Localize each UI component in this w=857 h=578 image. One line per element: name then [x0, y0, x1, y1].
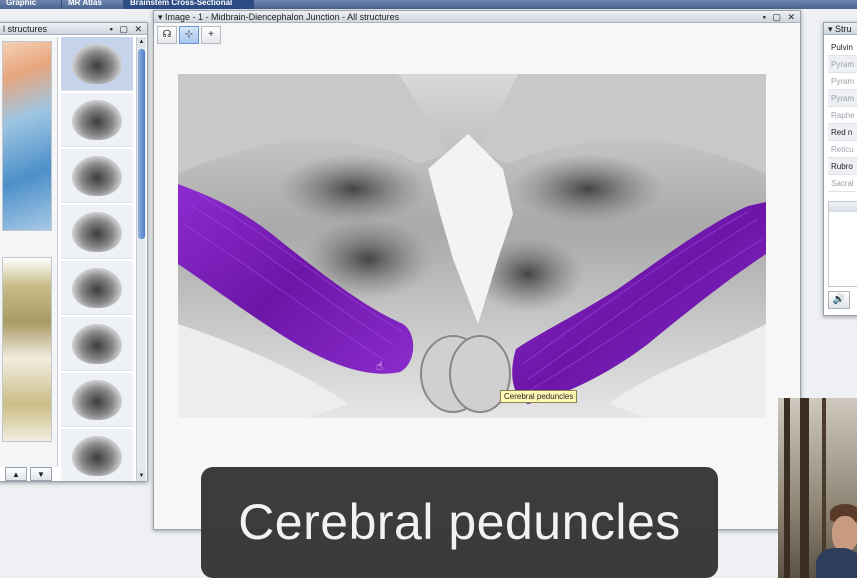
tab-brainstem-atlas[interactable]: Brainstem Cross-Sectional Atlas — [124, 0, 254, 9]
list-item[interactable]: Reticu — [828, 141, 857, 158]
left-dark-nucleus — [278, 154, 428, 224]
brainstem-illustration[interactable] — [2, 257, 52, 442]
presenter-face — [832, 516, 857, 552]
slice-image — [72, 211, 122, 252]
slice-thumbnail[interactable] — [61, 149, 133, 203]
caption-overlay: Cerebral peduncles — [201, 467, 718, 578]
slice-thumbnail[interactable] — [61, 373, 133, 427]
image-window: ▾ Image - 1 - Midbrain-Diencephalon Junc… — [153, 10, 801, 530]
slice-image — [72, 99, 122, 140]
list-item[interactable]: Raphe — [828, 107, 857, 124]
tree-trunk — [784, 398, 790, 578]
right-dark-nucleus — [513, 154, 663, 224]
mouse-cursor-icon: ☝ — [376, 359, 383, 373]
slice-thumbnail[interactable] — [61, 205, 133, 259]
slice-image — [72, 435, 122, 476]
slice-image — [72, 267, 122, 308]
tree-trunk — [800, 398, 809, 578]
structure-tooltip: Cerebral peduncles — [500, 390, 578, 403]
list-item[interactable]: Pyram — [828, 73, 857, 90]
slice-thumbnail[interactable] — [61, 429, 133, 481]
brain-section-image[interactable]: ☝ — [178, 74, 766, 418]
slice-thumbnail[interactable] — [61, 261, 133, 315]
thumbnail-scrollbar[interactable]: ▲ ▼ — [136, 37, 146, 481]
list-item[interactable]: Rubro — [828, 158, 857, 175]
speaker-icon[interactable]: 🔊 — [828, 291, 850, 309]
slice-thumbnail[interactable] — [61, 93, 133, 147]
window-controls[interactable]: ▪ ▢ ✕ — [763, 11, 797, 22]
structure-list-titlebar[interactable]: ▾ Stru — [824, 23, 857, 35]
orientation-strip — [0, 37, 58, 467]
image-toolbar: ☊ ⊹ + — [157, 26, 221, 44]
list-item[interactable]: Pulvin — [828, 39, 857, 56]
slice-image — [72, 155, 122, 196]
image-window-titlebar[interactable]: ▾ Image - 1 - Midbrain-Diencephalon Junc… — [154, 11, 800, 23]
image-window-title: Image - 1 - Midbrain-Diencephalon Juncti… — [165, 12, 400, 22]
window-controls[interactable]: ▪ ▢ ✕ — [110, 23, 144, 34]
slice-thumbnail[interactable] — [61, 317, 133, 371]
tab-graphic-atlas[interactable]: Graphic Atlas — [0, 0, 62, 9]
menu-arrow-icon[interactable]: ▾ — [828, 24, 833, 34]
menu-arrow-icon[interactable]: ▾ — [158, 12, 163, 22]
structures-panel-titlebar[interactable]: l structures ▪ ▢ ✕ — [0, 23, 147, 35]
slice-image — [72, 43, 122, 84]
nav-down-button[interactable]: ▼ — [30, 467, 52, 481]
scroll-up-arrow[interactable]: ▲ — [137, 37, 146, 47]
slice-image — [72, 323, 122, 364]
head-body-illustration[interactable] — [2, 41, 52, 231]
structure-detail-box — [828, 201, 857, 287]
structure-list-title: Stru — [835, 24, 852, 34]
nav-up-button[interactable]: ▲ — [5, 467, 27, 481]
slice-thumbnail-list — [61, 37, 135, 481]
presenter-shirt — [816, 548, 857, 578]
list-item[interactable]: Sacral — [828, 175, 857, 192]
structures-panel: l structures ▪ ▢ ✕ ▲ ▼ ▲ ▼ — [0, 22, 148, 482]
tab-mr-atlas[interactable]: MR Atlas — [62, 0, 124, 9]
audio-tool-icon[interactable]: ☊ — [157, 26, 177, 44]
structure-list-panel: ▾ Stru Pulvin Pyram Pyram Pyram Raphe Re… — [823, 22, 857, 316]
list-item[interactable]: Pyram — [828, 90, 857, 107]
nav-buttons: ▲ ▼ — [5, 467, 57, 481]
list-item[interactable]: Red n — [828, 124, 857, 141]
scroll-down-arrow[interactable]: ▼ — [137, 471, 146, 481]
slice-image — [72, 379, 122, 420]
structures-panel-title: l structures — [3, 24, 48, 34]
presenter-video — [778, 398, 857, 578]
app-tab-bar: Graphic Atlas MR Atlas Brainstem Cross-S… — [0, 0, 857, 9]
fit-view-tool-icon[interactable]: ⊹ — [179, 26, 199, 44]
slice-thumbnail[interactable] — [61, 37, 133, 91]
structure-list: Pulvin Pyram Pyram Pyram Raphe Red n Ret… — [828, 39, 857, 192]
list-item[interactable]: Pyram — [828, 56, 857, 73]
scrollbar-thumb[interactable] — [138, 49, 145, 239]
crosshair-tool-icon[interactable]: + — [201, 26, 221, 44]
